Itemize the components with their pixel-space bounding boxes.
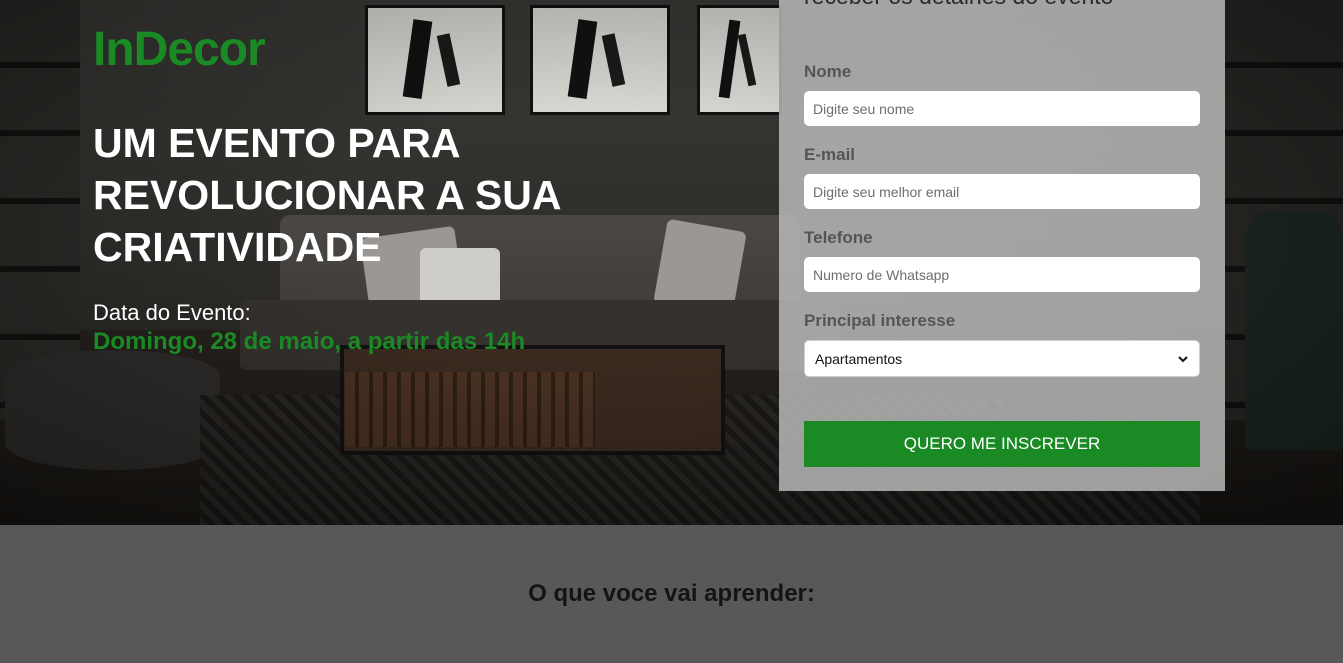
email-label: E-mail (804, 145, 856, 164)
phone-input[interactable] (804, 257, 1200, 292)
event-date-value: Domingo, 28 de maio, a partir das 14h (93, 328, 526, 355)
interest-select[interactable]: Apartamentos (804, 340, 1200, 377)
chevron-down-icon (1178, 355, 1188, 362)
subscribe-button[interactable]: QUERO ME INSCREVER (804, 421, 1200, 467)
learning-section-title: O que voce vai aprender: (528, 580, 815, 607)
event-date-label: Data do Evento: (93, 300, 251, 325)
brand-logo[interactable]: InDecor (93, 22, 266, 77)
email-input[interactable] (804, 174, 1200, 209)
name-input[interactable] (804, 91, 1200, 126)
interest-select-value: Apartamentos (815, 350, 903, 367)
phone-label: Telefone (804, 228, 873, 247)
hero-headline: UM EVENTO PARA REVOLUCIONAR A SUA CRIATI… (93, 120, 560, 270)
name-label: Nome (804, 62, 852, 81)
form-title: receber os detalhes do evento (804, 0, 1113, 10)
learning-section: O que voce vai aprender: (0, 525, 1343, 663)
hero-section: InDecor UM EVENTO PARA REVOLUCIONAR A SU… (0, 0, 1343, 525)
interest-label: Principal interesse (804, 311, 956, 330)
registration-form: receber os detalhes do evento Nome E-mai… (779, 0, 1225, 491)
